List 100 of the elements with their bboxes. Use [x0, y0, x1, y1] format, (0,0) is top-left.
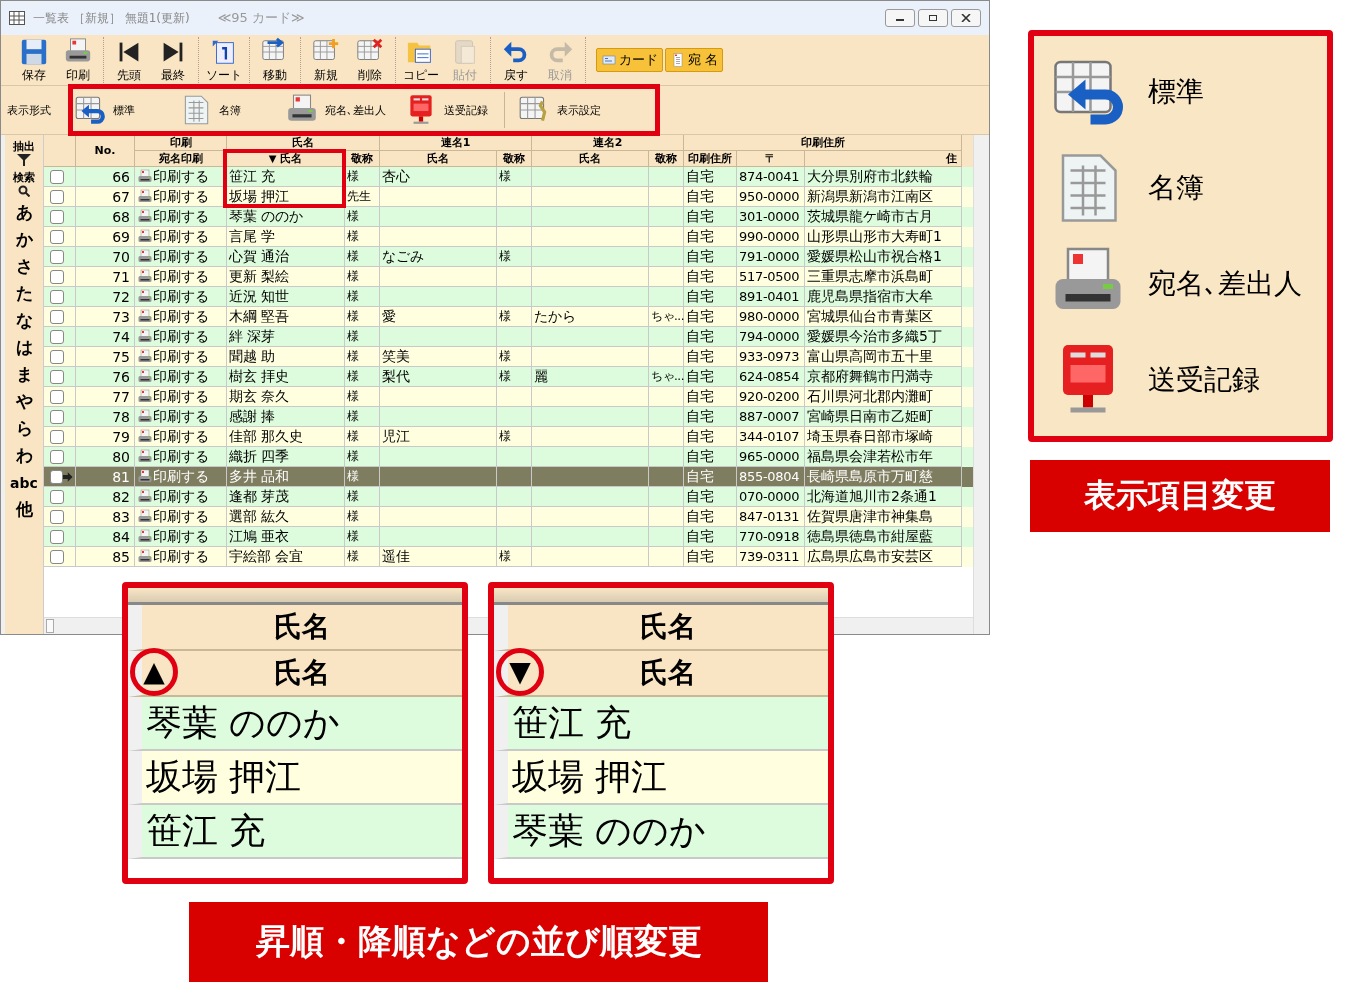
row-checkbox[interactable]: [50, 509, 64, 524]
column-group-header: 氏名: [227, 135, 380, 151]
postal-code-cell: 990-0000: [739, 229, 800, 244]
index-tab[interactable]: 他: [15, 496, 33, 523]
index-tab[interactable]: ま: [15, 361, 33, 388]
postal-code-cell: 980-0000: [739, 309, 800, 324]
toolbar-button[interactable]: 新規: [305, 36, 347, 84]
row-checkbox[interactable]: [50, 549, 64, 564]
toolbar-button[interactable]: コピー: [400, 36, 442, 84]
index-tab[interactable]: あ: [15, 199, 33, 226]
address-type-cell: 自宅: [686, 267, 714, 286]
table-row[interactable]: 75 印刷する 聞越 助 様 笑美 様 自宅 933-0973 富山県高岡市五十里: [44, 347, 973, 367]
address-type-cell: 自宅: [686, 447, 714, 466]
row-checkbox[interactable]: [50, 389, 64, 404]
search-button[interactable]: 検索: [13, 168, 35, 199]
table-row[interactable]: 72 印刷する 近況 知世 様 自宅 891-0401 鹿児島県指宿市大牟: [44, 287, 973, 307]
row-checkbox[interactable]: [50, 249, 64, 264]
row-checkbox[interactable]: [50, 269, 64, 284]
index-tab[interactable]: ら: [15, 415, 33, 442]
row-checkbox[interactable]: [50, 429, 64, 444]
row-checkbox[interactable]: [50, 449, 64, 464]
row-number: 75: [112, 348, 130, 365]
column-group-header: 印刷住所: [684, 135, 962, 151]
view-button[interactable]: 名簿: [173, 91, 273, 129]
restore-button[interactable]: [918, 9, 948, 27]
table-row[interactable]: 73 印刷する 木綱 堅吾 様 愛 様 たから ちゃ...自宅 980-0000 宮城県仙台市青葉区: [44, 307, 973, 327]
print-status: 印刷する: [153, 407, 209, 426]
row-checkbox[interactable]: [50, 209, 64, 224]
table-row[interactable]: 67 印刷する 坂場 押江 先生 自宅 950-0000 新潟県新潟市江南区: [44, 187, 973, 207]
address-cell: 鹿児島県指宿市大牟: [807, 287, 933, 306]
view-option[interactable]: 名簿: [1048, 148, 1313, 228]
printer-icon: [137, 448, 153, 465]
index-tab[interactable]: さ: [15, 253, 33, 280]
row-checkbox[interactable]: [50, 469, 64, 484]
table-row[interactable]: 76 印刷する 樹玄 拝史 様 梨代 様 麗 ちゃ...自宅 624-0854 京都府舞鶴市円満寺: [44, 367, 973, 387]
row-checkbox[interactable]: [50, 189, 64, 204]
row-checkbox[interactable]: [50, 349, 64, 364]
table-row[interactable]: 80 印刷する 織折 四季 様 自宅 965-0000 福島県会津若松市年: [44, 447, 973, 467]
column-label: 〒: [765, 151, 776, 166]
column-label: 氏名: [280, 151, 303, 166]
index-tab[interactable]: や: [15, 388, 33, 415]
joint-name-cell: 愛: [382, 307, 396, 326]
toolbar-button[interactable]: 最終: [152, 36, 194, 84]
row-checkbox[interactable]: [50, 169, 64, 184]
table-row[interactable]: 79 印刷する 佳部 那久史 様 児江 様 自宅 344-0107 埼玉県春日部市塚崎: [44, 427, 973, 447]
view-option[interactable]: 標準: [1048, 52, 1313, 132]
table-row[interactable]: 85 印刷する 宇絵部 会宜 様 遥佳 様 自宅 739-0311 広島県広島市安芸区: [44, 547, 973, 567]
scroll-thumb[interactable]: [46, 619, 54, 633]
toolbar-button[interactable]: 保存: [13, 36, 55, 84]
minimize-button[interactable]: [885, 9, 915, 27]
toolbar-button[interactable]: ソート: [203, 36, 245, 84]
address-type-cell: 自宅: [686, 507, 714, 526]
view-button[interactable]: 標準: [67, 91, 167, 129]
column-group-header: 氏名: [274, 609, 330, 645]
index-tab[interactable]: か: [15, 226, 33, 253]
index-tab[interactable]: abc: [10, 469, 38, 496]
name-cell: 宇絵部 会宜: [229, 547, 304, 566]
view-button[interactable]: 送受記録: [398, 91, 498, 129]
row-checkbox[interactable]: [50, 409, 64, 424]
table-row[interactable]: 70 印刷する 心賀 通治 様 なごみ 様 自宅 791-0000 愛媛県松山市祝合格1: [44, 247, 973, 267]
table-row[interactable]: 71 印刷する 更新 梨絵 様 自宅 517-0500 三重県志摩市浜島町: [44, 267, 973, 287]
row-number: 74: [112, 328, 130, 345]
table-row[interactable]: 82 印刷する 逢都 芽茂 様 自宅 070-0000 北海道旭川市2条通1: [44, 487, 973, 507]
table-row[interactable]: 68 印刷する 琴葉 ののか 様 自宅 301-0000 茨城県龍ケ崎市古月: [44, 207, 973, 227]
row-checkbox[interactable]: [50, 329, 64, 344]
table-row[interactable]: 78 印刷する 感謝 捧 様 自宅 887-0007 宮崎県日南市乙姫町: [44, 407, 973, 427]
toolbar-button[interactable]: 削除: [349, 36, 391, 84]
row-number: 71: [112, 268, 130, 285]
joint-name-cell: なごみ: [382, 247, 424, 266]
table-row[interactable]: 81 印刷する 多井 品和 様 自宅 855-0804 長崎県島原市万町慈: [44, 467, 973, 487]
index-tab[interactable]: は: [15, 334, 33, 361]
table-row[interactable]: 66 印刷する 笹江 充 様 杏心 様 自宅 874-0041 大分県別府市北鉄輪: [44, 167, 973, 187]
row-checkbox[interactable]: [50, 309, 64, 324]
mode-button[interactable]: カード: [596, 48, 663, 72]
view-option[interactable]: 宛名､差出人: [1048, 244, 1313, 324]
filter-button[interactable]: 抽出: [13, 137, 35, 168]
index-tab[interactable]: わ: [15, 442, 33, 469]
index-tab[interactable]: た: [15, 280, 33, 307]
table-row[interactable]: 77 印刷する 期玄 奈久 様 自宅 920-0200 石川県河北郡内灘町: [44, 387, 973, 407]
toolbar-button[interactable]: 移動: [254, 36, 296, 84]
table-row[interactable]: 69 印刷する 言尾 学 様 自宅 990-0000 山形県山形市大寿町1: [44, 227, 973, 247]
toolbar-button[interactable]: 戻す: [495, 36, 537, 84]
callout-caption: 昇順・降順などの並び順変更: [189, 902, 768, 982]
view-option[interactable]: 送受記録: [1048, 340, 1313, 420]
row-checkbox[interactable]: [50, 289, 64, 304]
toolbar-button[interactable]: 先頭: [108, 36, 150, 84]
row-checkbox[interactable]: [50, 369, 64, 384]
mode-button[interactable]: 宛 名: [665, 48, 724, 72]
table-row[interactable]: 83 印刷する 選部 紘久 様 自宅 847-0131 佐賀県唐津市神集島: [44, 507, 973, 527]
index-tab[interactable]: な: [15, 307, 33, 334]
joint-name-cell: 杏心: [382, 167, 410, 186]
table-row[interactable]: 74 印刷する 絆 深芽 様 自宅 794-0000 愛媛県今治市多織5丁: [44, 327, 973, 347]
row-checkbox[interactable]: [50, 529, 64, 544]
table-row[interactable]: 84 印刷する 江鳩 亜衣 様 自宅 770-0918 徳島県徳島市紺屋藍: [44, 527, 973, 547]
view-button[interactable]: 表示設定: [511, 91, 611, 129]
view-button[interactable]: 宛名､差出人: [279, 91, 392, 129]
row-checkbox[interactable]: [50, 229, 64, 244]
close-button[interactable]: [951, 9, 981, 27]
toolbar-button[interactable]: 印刷: [57, 36, 99, 84]
row-checkbox[interactable]: [50, 489, 64, 504]
